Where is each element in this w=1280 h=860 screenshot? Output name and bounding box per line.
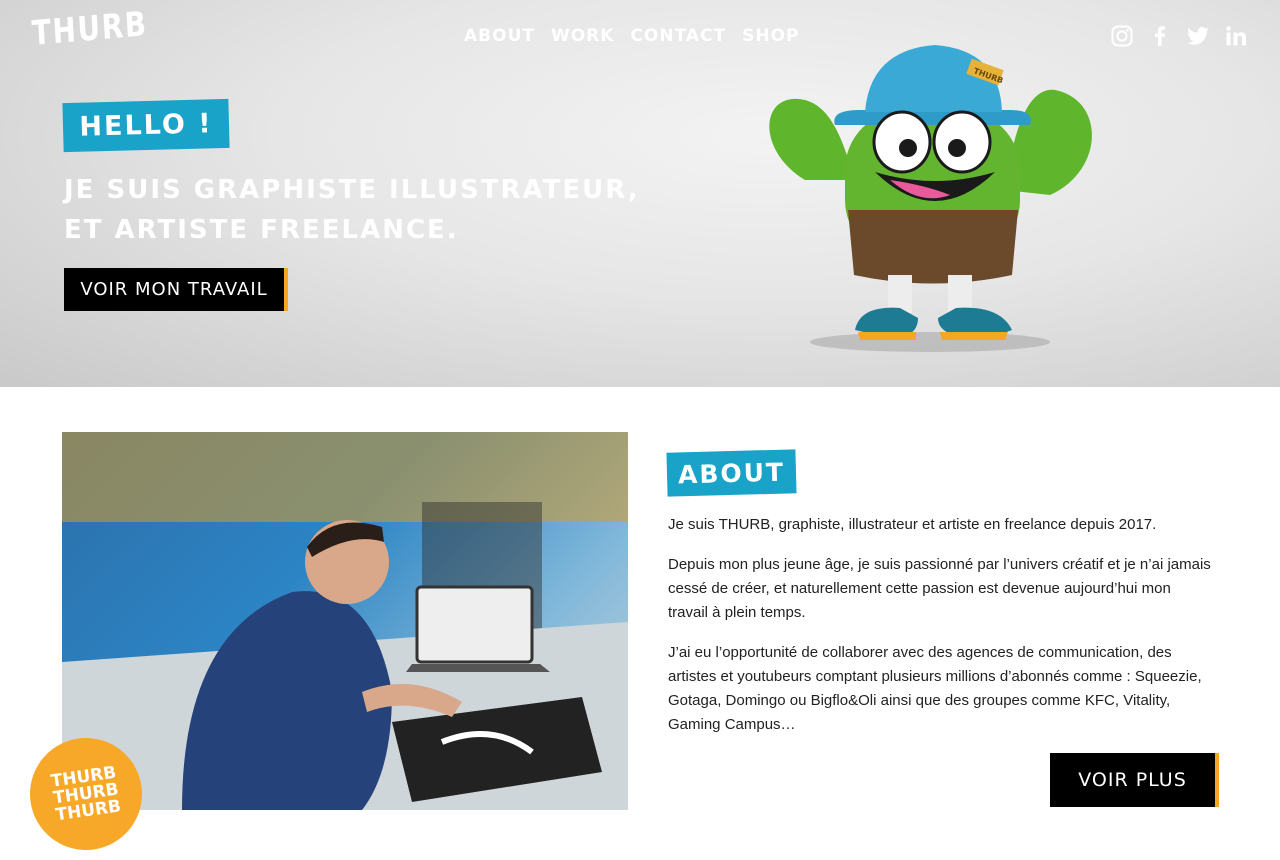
twitter-icon[interactable] [1186, 24, 1210, 48]
view-work-button[interactable]: VOIR MON TRAVAIL [64, 268, 288, 311]
about-paragraph-3: J’ai eu l’opportunité de collaborer avec… [668, 644, 1202, 733]
instagram-icon[interactable] [1110, 24, 1134, 48]
hero-section: THURB ABOUT WORK CONTACT SHOP HELLO ! JE… [0, 0, 1280, 387]
artist-at-desk-illustration [62, 432, 628, 810]
nav-about[interactable]: ABOUT [464, 26, 535, 46]
hello-tag: HELLO ! [62, 98, 230, 153]
social-links [1110, 24, 1248, 48]
see-more-button[interactable]: VOIR PLUS [1050, 753, 1219, 807]
hero-headline: JE SUIS GRAPHISTE ILLUSTRATEUR, ET ARTIS… [64, 170, 744, 250]
nav-work[interactable]: WORK [551, 26, 614, 46]
logo[interactable]: THURB [31, 4, 149, 54]
about-paragraph-1: Je suis THURB, graphiste, illustrateur e… [668, 516, 1157, 533]
about-paragraph-2: Depuis mon plus jeune âge, je suis passi… [668, 556, 1211, 621]
headline-line-1: JE SUIS GRAPHISTE ILLUSTRATEUR, [64, 175, 640, 205]
facebook-icon[interactable] [1148, 24, 1172, 48]
nav-contact[interactable]: CONTACT [630, 26, 726, 46]
linkedin-icon[interactable] [1224, 24, 1248, 48]
about-text: Je suis THURB, graphiste, illustrateur e… [668, 513, 1213, 753]
about-tag: ABOUT [666, 449, 797, 497]
headline-line-2: ET ARTISTE FREELANCE. [64, 215, 459, 245]
artist-photo [62, 432, 628, 810]
cactus-mascot-illustration: THURB [769, 45, 1092, 352]
